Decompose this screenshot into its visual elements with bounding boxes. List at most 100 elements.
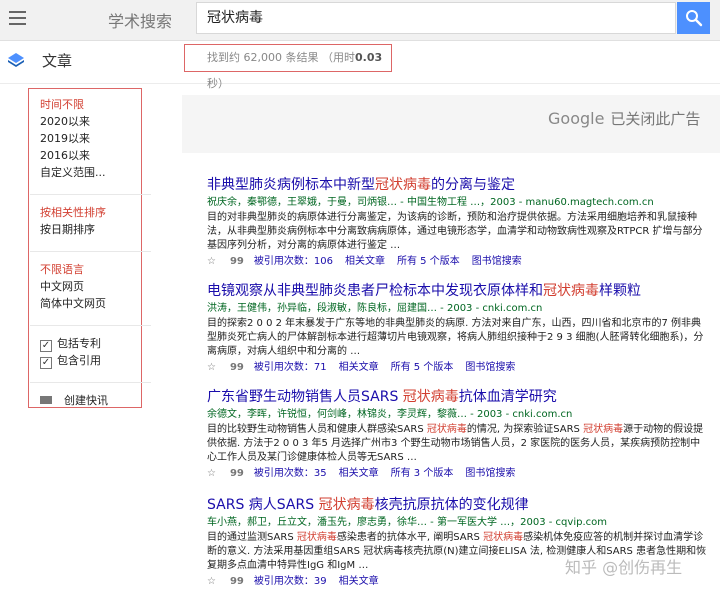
divider xyxy=(30,251,151,252)
sort-filter: 按相关性排序 按日期排序 xyxy=(40,204,141,238)
include-citations-option[interactable]: ✓ 包含引用 xyxy=(40,352,141,369)
ad-closed-banner: Google 已关闭此广告 xyxy=(548,108,700,129)
title-text[interactable]: 非典型肺炎病例标本中新型 xyxy=(207,177,375,193)
title-text[interactable]: 广东省野生动物销售人员SARS xyxy=(207,389,403,405)
cited-by-link[interactable]: 被引用次数：39 xyxy=(254,576,327,587)
result-actions: ☆ 99 被引用次数：35 相关文章 所有 3 个版本 图书馆搜索 xyxy=(207,467,707,481)
save-star-icon[interactable]: ☆ xyxy=(207,362,216,373)
mail-icon xyxy=(40,396,52,404)
checkbox-checked-icon[interactable]: ✓ xyxy=(40,340,52,352)
snippet-highlight: 冠状病毒 xyxy=(483,532,524,543)
cite-icon[interactable]: 99 xyxy=(230,576,244,587)
versions-link[interactable]: 所有 5 个版本 xyxy=(397,256,460,267)
checkbox-checked-icon[interactable]: ✓ xyxy=(40,357,52,369)
library-search-link[interactable]: 图书馆搜索 xyxy=(472,256,522,267)
snippet-text: 的情况, 为探索验证SARS xyxy=(466,424,584,435)
top-bar: 学术搜索 冠状病毒 xyxy=(0,0,720,41)
create-alert-label: 创建快讯 xyxy=(64,394,108,407)
filter-since-2020[interactable]: 2020以来 xyxy=(40,113,141,130)
result-actions: ☆ 99 被引用次数：71 相关文章 所有 5 个版本 图书馆搜索 xyxy=(207,361,707,375)
watermark: 知乎 @创伤再生 xyxy=(565,558,683,577)
related-articles-link[interactable]: 相关文章 xyxy=(339,362,379,373)
results-time: 0.03 xyxy=(354,51,383,64)
save-star-icon[interactable]: ☆ xyxy=(207,256,216,267)
related-articles-link[interactable]: 相关文章 xyxy=(339,468,379,479)
result-title[interactable]: 广东省野生动物销售人员SARS 冠状病毒抗体血清学研究 xyxy=(207,388,707,406)
cite-icon[interactable]: 99 xyxy=(230,362,244,373)
title-text[interactable]: 样颗粒 xyxy=(599,283,641,299)
result-actions: ☆ 99 被引用次数：106 相关文章 所有 5 个版本 图书馆搜索 xyxy=(207,255,707,269)
title-text[interactable]: 电镜观察从非典型肺炎患者尸检标本中发现衣原体样和 xyxy=(207,283,543,299)
divider xyxy=(30,325,151,326)
filter-since-2016[interactable]: 2016以来 xyxy=(40,147,141,164)
search-result: 电镜观察从非典型肺炎患者尸检标本中发现衣原体样和冠状病毒样颗粒 洪涛，王健伟，孙… xyxy=(207,282,707,375)
results-prefix: 找到约 62,000 条结果 （用时 xyxy=(207,51,355,64)
search-result: 广东省野生动物销售人员SARS 冠状病毒抗体血清学研究 余德文，李晖，许锐恒，何… xyxy=(207,388,707,481)
filter-any-time[interactable]: 时间不限 xyxy=(40,96,141,113)
result-snippet: 目的对非典型肺炎的病原体进行分离鉴定，为该病的诊断，预防和治疗提供依据。方法采用… xyxy=(207,212,703,251)
sort-date[interactable]: 按日期排序 xyxy=(40,221,141,238)
result-meta: 祝庆余，秦鄂德，王翠娥，于曼，司炳银… - 中国生物工程 …，2003 - ma… xyxy=(207,197,654,208)
divider xyxy=(30,194,151,195)
title-text[interactable]: 的分离与鉴定 xyxy=(431,177,515,193)
time-filter: 时间不限 2020以来 2019以来 2016以来 自定义范围... xyxy=(40,96,141,181)
result-snippet: 目的比较野生动物销售人员和健康人群感染SARS 冠状病毒的情况, 为探索验证SA… xyxy=(207,423,707,465)
ad-closed-text: 已关闭此广告 xyxy=(610,110,701,128)
include-patents-label: 包括专利 xyxy=(57,337,101,350)
title-text[interactable]: 抗体血清学研究 xyxy=(459,389,557,405)
search-input[interactable]: 冠状病毒 xyxy=(196,2,676,34)
cite-icon[interactable]: 99 xyxy=(230,256,244,267)
lang-any[interactable]: 不限语言 xyxy=(40,261,141,278)
result-meta: 洪涛，王健伟，孙异临，段淑敏，陈良标，屈建国… - 2003 - cnki.co… xyxy=(207,303,543,314)
versions-link[interactable]: 所有 3 个版本 xyxy=(391,468,454,479)
cited-by-link[interactable]: 被引用次数：71 xyxy=(254,362,327,373)
title-highlight[interactable]: 冠状病毒 xyxy=(375,177,431,193)
versions-link[interactable]: 所有 5 个版本 xyxy=(391,362,454,373)
title-text[interactable]: 核壳抗原抗体的变化规律 xyxy=(375,497,529,513)
save-star-icon[interactable]: ☆ xyxy=(207,468,216,479)
title-highlight[interactable]: 冠状病毒 xyxy=(543,283,599,299)
language-filter: 不限语言 中文网页 简体中文网页 xyxy=(40,261,141,312)
lang-chinese[interactable]: 中文网页 xyxy=(40,278,141,295)
cited-by-link[interactable]: 被引用次数：106 xyxy=(254,256,333,267)
result-meta: 车小燕，郝卫，丘立文，潘玉先，廖志勇，徐华… - 第一军医大学 …，2003 -… xyxy=(207,517,607,528)
cited-by-link[interactable]: 被引用次数：35 xyxy=(254,468,327,479)
google-logo: Google xyxy=(548,109,605,128)
result-meta: 余德文，李晖，许锐恒，何剑峰，林锦炎，李灵辉，黎薇… - 2003 - cnki… xyxy=(207,409,573,420)
result-title[interactable]: SARS 病人SARS 冠状病毒核壳抗原抗体的变化规律 xyxy=(207,496,707,514)
snippet-highlight: 冠状病毒 xyxy=(296,532,337,543)
result-title[interactable]: 非典型肺炎病例标本中新型冠状病毒的分离与鉴定 xyxy=(207,176,707,194)
snippet-text: 目的通过监测SARS xyxy=(207,532,297,543)
title-text[interactable]: SARS 病人SARS xyxy=(207,497,319,513)
filter-since-2019[interactable]: 2019以来 xyxy=(40,130,141,147)
search-button[interactable] xyxy=(677,2,710,34)
filter-sidebar: 时间不限 2020以来 2019以来 2016以来 自定义范围... 按相关性排… xyxy=(28,88,151,409)
title-highlight[interactable]: 冠状病毒 xyxy=(319,497,375,513)
results-suffix: 秒） xyxy=(207,77,229,90)
result-snippet: 目的探索2 0 0 2 年末暴发于广东等地的非典型肺炎的病原. 方法对来自广东，… xyxy=(207,318,704,357)
cite-icon[interactable]: 99 xyxy=(230,468,244,479)
include-citations-label: 包含引用 xyxy=(57,354,101,367)
related-articles-link[interactable]: 相关文章 xyxy=(345,256,385,267)
snippet-highlight: 冠状病毒 xyxy=(426,424,467,435)
include-patents-option[interactable]: ✓ 包括专利 xyxy=(40,335,141,352)
search-result: 非典型肺炎病例标本中新型冠状病毒的分离与鉴定 祝庆余，秦鄂德，王翠娥，于曼，司炳… xyxy=(207,176,707,269)
lang-simplified-chinese[interactable]: 简体中文网页 xyxy=(40,295,141,312)
divider xyxy=(30,382,151,383)
include-options: ✓ 包括专利 ✓ 包含引用 xyxy=(40,335,141,369)
library-search-link[interactable]: 图书馆搜索 xyxy=(465,468,515,479)
menu-icon[interactable] xyxy=(9,11,26,25)
snippet-text: 目的比较野生动物销售人员和健康人群感染SARS xyxy=(207,424,427,435)
articles-icon xyxy=(8,53,24,67)
related-articles-link[interactable]: 相关文章 xyxy=(339,576,379,587)
snippet-text: 感染患者的抗体水平, 阐明SARS xyxy=(336,532,484,543)
section-articles[interactable]: 文章 xyxy=(42,50,72,71)
title-highlight[interactable]: 冠状病毒 xyxy=(403,389,459,405)
results-count: 找到约 62,000 条结果 （用时0.03 秒） xyxy=(184,44,392,90)
filter-custom-range[interactable]: 自定义范围... xyxy=(40,164,141,181)
create-alert-link[interactable]: 创建快讯 xyxy=(40,392,141,409)
save-star-icon[interactable]: ☆ xyxy=(207,576,216,587)
library-search-link[interactable]: 图书馆搜索 xyxy=(465,362,515,373)
result-title[interactable]: 电镜观察从非典型肺炎患者尸检标本中发现衣原体样和冠状病毒样颗粒 xyxy=(207,282,707,300)
sort-relevance[interactable]: 按相关性排序 xyxy=(40,204,141,221)
